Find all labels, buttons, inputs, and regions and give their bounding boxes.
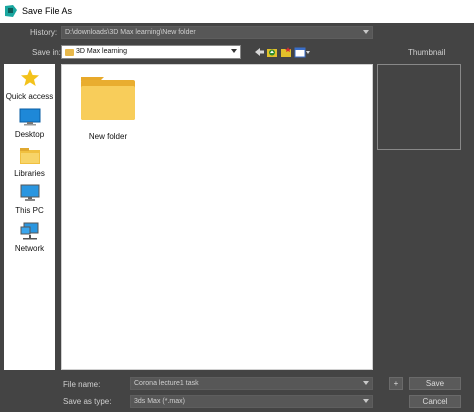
history-value: D:\downloads\3D Max learning\New folder bbox=[65, 29, 196, 36]
back-arrow-icon[interactable] bbox=[253, 46, 265, 58]
thumbnail-label: Thumbnail bbox=[408, 48, 446, 57]
thumbnail-preview bbox=[377, 64, 461, 150]
folder-icon bbox=[65, 49, 74, 56]
folder-icon bbox=[81, 77, 135, 120]
save-as-type-label: Save as type: bbox=[63, 397, 112, 406]
save-in-dropdown[interactable]: 3D Max learning bbox=[61, 45, 241, 59]
plus-button[interactable]: + bbox=[389, 377, 403, 390]
desktop-icon bbox=[19, 108, 40, 126]
save-as-type-value: 3ds Max (*.max) bbox=[134, 398, 185, 405]
title-bar: Save File As bbox=[0, 0, 474, 23]
computer-icon bbox=[20, 184, 39, 201]
file-item[interactable]: New folder bbox=[80, 75, 136, 141]
file-name-value: Corona lecture1 task bbox=[134, 380, 199, 387]
chevron-down-icon bbox=[363, 399, 369, 403]
up-folder-icon[interactable] bbox=[266, 46, 278, 58]
place-quick-access[interactable]: Quick access bbox=[4, 68, 55, 101]
cancel-button[interactable]: Cancel bbox=[409, 395, 461, 408]
3ds-max-app-icon bbox=[5, 5, 17, 17]
place-this-pc[interactable]: This PC bbox=[4, 184, 55, 215]
file-list[interactable]: New folder bbox=[61, 64, 373, 370]
libraries-icon bbox=[19, 148, 40, 164]
place-label: Desktop bbox=[14, 130, 45, 139]
place-desktop[interactable]: Desktop bbox=[4, 108, 55, 139]
places-bar: Quick access Desktop Libraries This PC N… bbox=[4, 64, 55, 370]
place-label: Libraries bbox=[14, 169, 45, 178]
history-dropdown[interactable]: D:\downloads\3D Max learning\New folder bbox=[61, 26, 373, 39]
window-title: Save File As bbox=[22, 6, 73, 16]
save-as-type-dropdown[interactable]: 3ds Max (*.max) bbox=[130, 395, 373, 408]
file-name-label: File name: bbox=[63, 380, 101, 389]
file-item-label: New folder bbox=[88, 132, 128, 141]
file-name-input[interactable]: Corona lecture1 task bbox=[130, 377, 373, 390]
save-in-value: 3D Max learning bbox=[76, 48, 127, 55]
chevron-down-icon bbox=[363, 30, 369, 34]
new-folder-icon[interactable] bbox=[280, 46, 292, 58]
place-network[interactable]: Network bbox=[4, 222, 55, 253]
place-libraries[interactable]: Libraries bbox=[4, 147, 55, 178]
chevron-down-icon bbox=[363, 381, 369, 385]
save-in-label: Save in: bbox=[32, 48, 61, 57]
place-label: This PC bbox=[15, 206, 44, 215]
star-icon bbox=[20, 69, 39, 86]
save-button[interactable]: Save bbox=[409, 377, 461, 390]
place-label: Network bbox=[14, 244, 45, 253]
place-label: Quick access bbox=[5, 92, 54, 101]
chevron-down-icon bbox=[231, 49, 237, 53]
network-icon bbox=[20, 222, 38, 240]
view-menu-icon[interactable] bbox=[294, 46, 311, 58]
history-label: History: bbox=[30, 28, 58, 37]
